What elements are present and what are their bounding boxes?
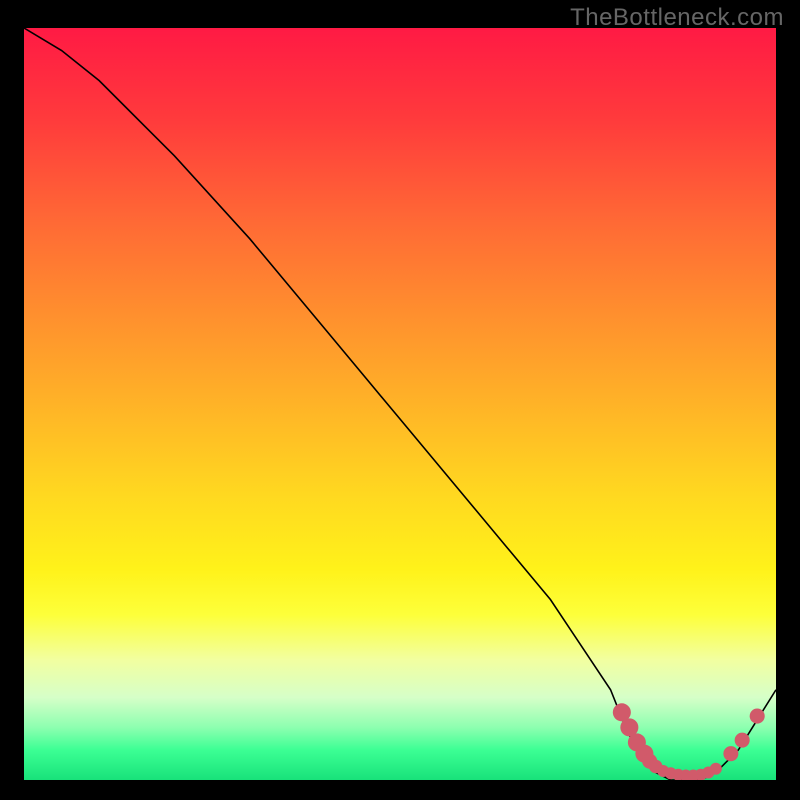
curve-layer — [24, 28, 776, 780]
chart-frame: TheBottleneck.com — [0, 0, 800, 800]
curve-markers — [613, 703, 765, 780]
plot-area — [24, 28, 776, 780]
curve-marker — [750, 709, 765, 724]
bottleneck-curve — [24, 28, 776, 780]
curve-marker — [723, 746, 738, 761]
curve-marker — [735, 733, 750, 748]
curve-marker — [710, 763, 722, 775]
watermark-text: TheBottleneck.com — [570, 4, 784, 32]
